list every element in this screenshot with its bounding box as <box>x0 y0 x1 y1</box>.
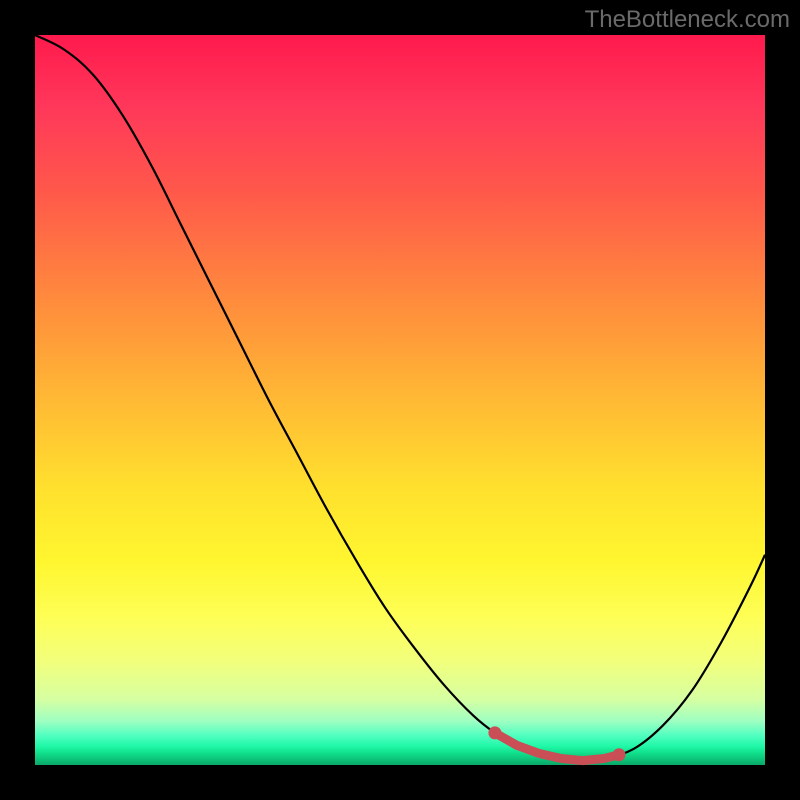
gradient-plot-area <box>35 35 765 765</box>
watermark-text: TheBottleneck.com <box>585 6 790 34</box>
bottleneck-curve <box>35 35 765 765</box>
curve-markers <box>488 726 625 761</box>
curve-line <box>35 35 765 761</box>
marker-end-dot <box>613 748 626 761</box>
marker-band <box>495 733 619 761</box>
marker-end-dot <box>488 726 501 739</box>
chart-frame: TheBottleneck.com <box>0 0 800 800</box>
